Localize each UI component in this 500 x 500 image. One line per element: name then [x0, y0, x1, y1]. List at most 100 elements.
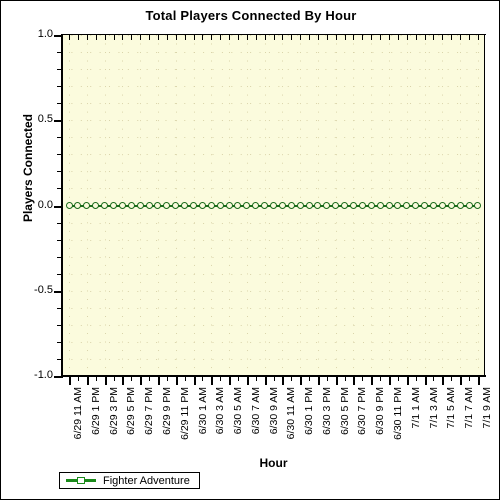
- x-tick-major: [176, 376, 178, 385]
- y-tick-minor: [57, 239, 63, 241]
- x-tick-label: 6/30 5 PM: [339, 387, 351, 435]
- data-point-marker: [385, 202, 393, 209]
- x-tick-label: 7/1 3 AM: [428, 387, 440, 429]
- y-tick-minor: [57, 86, 63, 88]
- y-tick-minor: [57, 222, 63, 224]
- data-point-marker: [65, 202, 73, 209]
- x-tick-label: 6/30 1 AM: [197, 387, 209, 435]
- x-tick-minor: [238, 376, 239, 381]
- x-tick-top: [105, 35, 106, 40]
- x-tick-top: [371, 35, 372, 40]
- x-tick-minor: [274, 376, 275, 381]
- x-tick-major: [336, 376, 338, 385]
- x-tick-major: [265, 376, 267, 385]
- x-tick-top: [282, 35, 283, 40]
- x-tick-label: 7/1 5 AM: [445, 387, 457, 429]
- y-tick-minor: [57, 256, 63, 258]
- gridline-horizontal: [62, 358, 485, 360]
- x-tick-minor: [416, 376, 417, 381]
- gridline-horizontal: [62, 222, 485, 224]
- data-point-marker: [207, 202, 215, 209]
- legend: Fighter Adventure: [59, 472, 200, 489]
- x-tick-major: [105, 376, 107, 385]
- gridline-horizontal: [62, 188, 485, 190]
- data-point-marker: [198, 202, 206, 209]
- x-tick-top: [380, 35, 381, 40]
- x-tick-top: [87, 35, 88, 40]
- gridline-horizontal: [62, 103, 485, 105]
- x-tick-label: 7/1 9 AM: [481, 387, 493, 429]
- y-tick-minor: [57, 103, 63, 105]
- x-tick-top: [362, 35, 363, 40]
- x-tick-top: [469, 35, 470, 40]
- y-tick-major: [54, 205, 63, 208]
- x-tick-minor: [380, 376, 381, 381]
- x-tick-label: 6/30 5 AM: [232, 387, 244, 435]
- x-tick-minor: [131, 376, 132, 381]
- plot-area: [62, 35, 485, 376]
- x-tick-major: [478, 376, 480, 385]
- x-tick-top: [238, 35, 239, 40]
- gridline-horizontal: [62, 290, 485, 292]
- data-point-marker: [225, 202, 233, 209]
- x-tick-top: [398, 35, 399, 40]
- y-tick-major: [54, 35, 63, 37]
- x-tick-major: [407, 376, 409, 385]
- x-tick-top: [274, 35, 275, 40]
- x-tick-top: [211, 35, 212, 40]
- gridline-horizontal: [62, 341, 485, 343]
- data-point-marker: [190, 202, 198, 209]
- x-tick-major: [194, 376, 196, 385]
- y-tick-minor: [57, 307, 63, 309]
- gridline-horizontal: [62, 324, 485, 326]
- x-tick-top: [460, 35, 461, 40]
- x-tick-minor: [114, 376, 115, 381]
- data-point-marker: [278, 202, 286, 209]
- x-tick-top: [69, 35, 70, 40]
- y-axis-title: Players Connected: [21, 113, 35, 223]
- data-point-marker: [110, 202, 118, 209]
- x-tick-minor: [362, 376, 363, 381]
- x-tick-minor: [469, 376, 470, 381]
- x-tick-label: 6/29 11 PM: [179, 387, 191, 440]
- data-point-marker: [421, 202, 429, 209]
- gridline-horizontal: [62, 154, 485, 156]
- x-tick-major: [353, 376, 355, 385]
- gridline-horizontal: [62, 256, 485, 258]
- data-point-marker: [349, 202, 357, 209]
- x-tick-minor: [309, 376, 310, 381]
- x-tick-major: [211, 376, 213, 385]
- x-tick-label: 6/29 3 PM: [108, 387, 120, 435]
- legend-marker-icon: [77, 477, 85, 484]
- x-tick-top: [345, 35, 346, 40]
- data-point-marker: [456, 202, 464, 209]
- data-point-marker: [358, 202, 366, 209]
- data-point-marker: [145, 202, 153, 209]
- data-point-marker: [465, 202, 473, 209]
- x-tick-major: [282, 376, 284, 385]
- x-tick-top: [167, 35, 168, 40]
- y-tick-minor: [57, 154, 63, 156]
- x-tick-top: [158, 35, 159, 40]
- x-tick-major: [371, 376, 373, 385]
- axis-right-spine: [484, 34, 485, 377]
- x-tick-top: [425, 35, 426, 40]
- x-tick-top: [256, 35, 257, 40]
- x-tick-top: [176, 35, 177, 40]
- x-tick-top: [309, 35, 310, 40]
- x-tick-minor: [185, 376, 186, 381]
- y-tick-label: -0.5: [34, 283, 53, 296]
- x-tick-top: [291, 35, 292, 40]
- data-point-marker: [136, 202, 144, 209]
- x-tick-major: [158, 376, 160, 385]
- y-tick-minor: [57, 171, 63, 173]
- y-tick-label: -1.0: [34, 369, 53, 381]
- y-tick-minor: [57, 358, 63, 360]
- x-tick-top: [247, 35, 248, 40]
- data-point-marker: [376, 202, 384, 209]
- x-tick-major: [300, 376, 302, 385]
- data-point-marker: [118, 202, 126, 209]
- x-tick-major: [442, 376, 444, 385]
- x-tick-top: [122, 35, 123, 40]
- x-tick-minor: [149, 376, 150, 381]
